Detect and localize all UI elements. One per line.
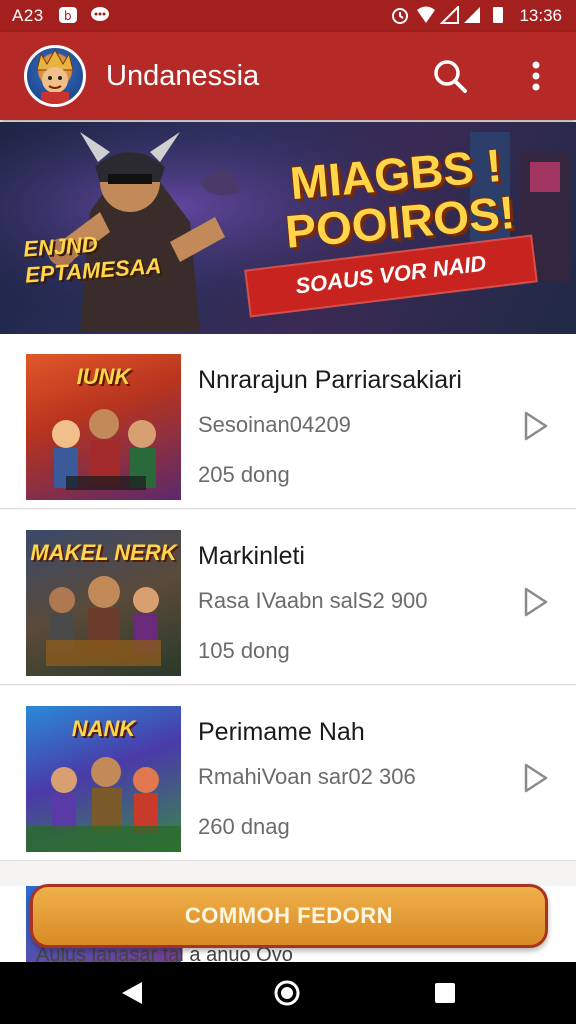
item-subtitle: Sesoinan04209 xyxy=(198,412,351,437)
item-thumbnail: NANK xyxy=(26,706,181,852)
thumbnail-title: IUNK xyxy=(76,364,131,389)
item-subtitle: RmahiVoan sar02 306 xyxy=(198,764,416,789)
more-vertical-icon[interactable] xyxy=(522,56,550,96)
search-icon[interactable] xyxy=(430,56,470,96)
item-thumbnail: MAKEL NERK xyxy=(26,530,181,676)
alarm-icon xyxy=(392,8,408,24)
b-icon: b xyxy=(59,7,77,23)
recent-apps-icon[interactable] xyxy=(434,982,456,1004)
list-item[interactable]: MAKEL NERK Markinleti Rasa IVaabn salS2 … xyxy=(0,510,576,685)
status-time: 13:36 xyxy=(519,6,562,25)
item-count: 205 dong xyxy=(198,462,290,487)
play-icon[interactable] xyxy=(522,586,550,618)
play-icon[interactable] xyxy=(522,762,550,794)
cta-button[interactable]: COMMOH FEDORN xyxy=(30,884,548,948)
status-bar: A23 b 13:36 xyxy=(0,0,576,32)
wifi-icon xyxy=(417,6,435,23)
thumbnail-title: MAKEL NERK xyxy=(30,540,177,565)
svg-text:b: b xyxy=(64,9,72,23)
signal-icon xyxy=(440,6,459,24)
item-subtitle: Rasa IVaabn salS2 900 xyxy=(198,588,428,613)
item-count: 260 dnag xyxy=(198,814,290,839)
item-title: Markinleti xyxy=(198,542,305,570)
message-icon xyxy=(91,7,109,21)
system-nav-bar xyxy=(0,962,576,1024)
item-title: Nnrarajun Parriarsakiari xyxy=(198,366,462,394)
battery-icon xyxy=(493,7,503,23)
list-item[interactable]: IUNK Nnrarajun Parriarsakiari Sesoinan04… xyxy=(0,334,576,509)
home-icon[interactable] xyxy=(272,978,302,1008)
item-thumbnail: IUNK xyxy=(26,354,181,500)
item-count: 105 dong xyxy=(198,638,290,663)
app-bar: Undanessia xyxy=(0,32,576,120)
promo-banner[interactable]: ENJND EPTAMESAA MIAGBS ! POOIROS! SOAUS … xyxy=(0,122,576,334)
list-item[interactable]: NANK Perimame Nah RmahiVoan sar02 306 26… xyxy=(0,686,576,861)
signal-icon xyxy=(464,7,480,23)
back-icon[interactable] xyxy=(120,980,144,1006)
game-list: IUNK Nnrarajun Parriarsakiari Sesoinan04… xyxy=(0,334,576,966)
play-icon[interactable] xyxy=(522,410,550,442)
app-title: Undanessia xyxy=(106,60,260,92)
item-title: Perimame Nah xyxy=(198,718,365,746)
thumbnail-title: NANK xyxy=(71,716,136,741)
app-logo[interactable] xyxy=(24,45,86,107)
status-left-text: A23 xyxy=(12,6,44,25)
